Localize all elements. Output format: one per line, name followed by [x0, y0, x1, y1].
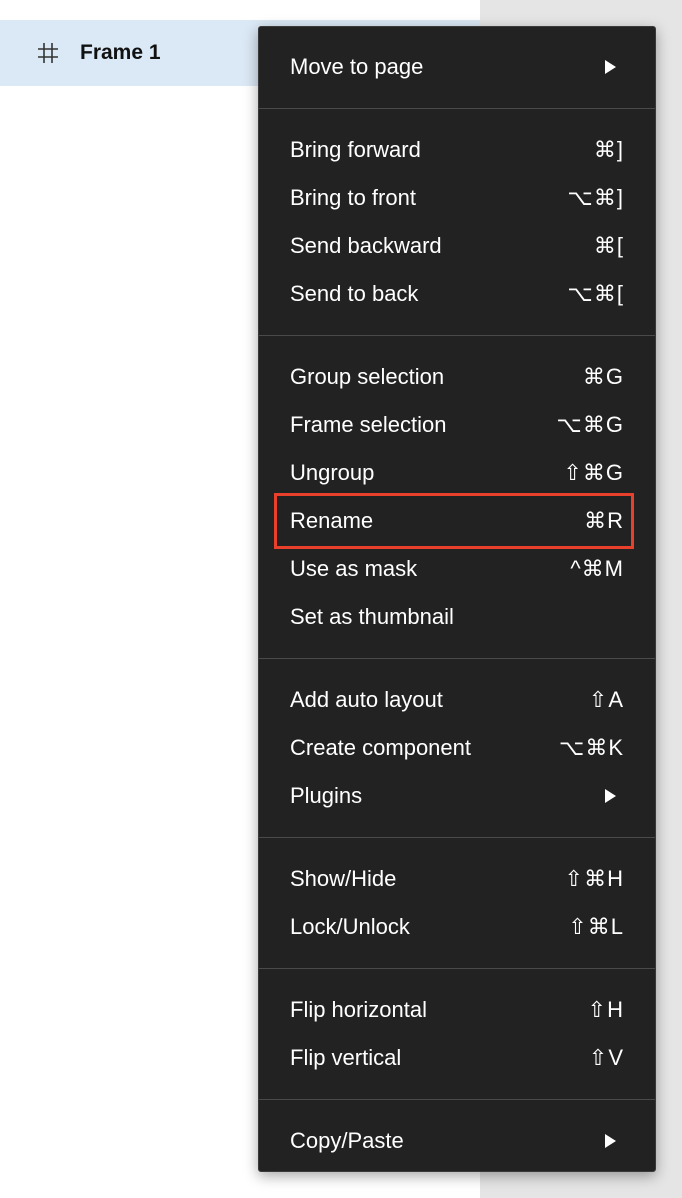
menu-item-plugins[interactable]: Plugins — [259, 772, 655, 820]
menu-item-shortcut: ⌘G — [582, 364, 624, 389]
menu-item-show-hide[interactable]: Show/Hide ⇧⌘H — [259, 855, 655, 903]
menu-item-shortcut: ⌥⌘K — [558, 735, 624, 760]
menu-item-shortcut: ⌥⌘[ — [567, 281, 624, 306]
menu-item-shortcut: ⇧H — [587, 997, 624, 1022]
menu-item-label: Frame selection — [290, 412, 447, 437]
menu-item-label: Add auto layout — [290, 687, 443, 712]
menu-item-ungroup[interactable]: Ungroup ⇧⌘G — [259, 449, 655, 497]
menu-item-label: Flip vertical — [290, 1045, 402, 1070]
menu-item-shortcut: ⇧⌘G — [563, 460, 624, 485]
menu-separator — [259, 968, 655, 969]
layer-name: Frame 1 — [80, 41, 161, 64]
menu-item-set-as-thumbnail[interactable]: Set as thumbnail — [259, 593, 655, 641]
menu-item-send-backward[interactable]: Send backward ⌘[ — [259, 222, 655, 270]
submenu-arrow-icon — [605, 1134, 616, 1148]
menu-separator — [259, 108, 655, 109]
context-menu: Move to page Bring forward ⌘] Bring to fron… — [258, 26, 656, 1172]
menu-item-bring-to-front[interactable]: Bring to front ⌥⌘] — [259, 174, 655, 222]
menu-item-label: Move to page — [290, 54, 424, 79]
menu-item-label: Flip horizontal — [290, 997, 427, 1022]
menu-item-label: Send to back — [290, 281, 419, 306]
menu-item-use-as-mask[interactable]: Use as mask ^⌘M — [259, 545, 655, 593]
menu-item-move-to-page[interactable]: Move to page — [259, 43, 655, 91]
menu-item-label: Create component — [290, 735, 471, 760]
menu-item-label: Use as mask — [290, 556, 418, 581]
menu-separator — [259, 837, 655, 838]
menu-item-bring-forward[interactable]: Bring forward ⌘] — [259, 126, 655, 174]
menu-item-frame-selection[interactable]: Frame selection ⌥⌘G — [259, 401, 655, 449]
menu-item-shortcut: ⌘R — [584, 508, 624, 533]
menu-item-rename[interactable]: Rename ⌘R — [259, 497, 655, 545]
menu-item-label: Rename — [290, 508, 374, 533]
menu-item-label: Lock/Unlock — [290, 914, 410, 939]
menu-item-flip-vertical[interactable]: Flip vertical ⇧V — [259, 1034, 655, 1082]
menu-item-label: Set as thumbnail — [290, 604, 454, 629]
menu-item-label: Ungroup — [290, 460, 375, 485]
menu-item-label: Send backward — [290, 233, 442, 258]
menu-item-create-component[interactable]: Create component ⌥⌘K — [259, 724, 655, 772]
submenu-arrow-icon — [605, 60, 616, 74]
menu-item-label: Group selection — [290, 364, 445, 389]
menu-item-shortcut: ⇧A — [588, 687, 624, 712]
menu-item-copy-paste[interactable]: Copy/Paste — [259, 1117, 655, 1165]
menu-item-label: Bring to front — [290, 185, 416, 210]
menu-item-label: Copy/Paste — [290, 1128, 404, 1153]
submenu-arrow-icon — [605, 789, 616, 803]
menu-item-shortcut: ⇧V — [588, 1045, 624, 1070]
menu-item-group-selection[interactable]: Group selection ⌘G — [259, 353, 655, 401]
menu-item-label: Plugins — [290, 783, 363, 808]
menu-separator — [259, 658, 655, 659]
hash-frame-icon — [38, 43, 58, 63]
menu-item-shortcut: ⌘[ — [593, 233, 624, 258]
menu-item-flip-horizontal[interactable]: Flip horizontal ⇧H — [259, 986, 655, 1034]
menu-item-shortcut: ⌘] — [593, 137, 624, 162]
menu-item-shortcut: ⌥⌘G — [556, 412, 624, 437]
menu-item-label: Show/Hide — [290, 866, 397, 891]
menu-item-lock-unlock[interactable]: Lock/Unlock ⇧⌘L — [259, 903, 655, 951]
menu-item-add-auto-layout[interactable]: Add auto layout ⇧A — [259, 676, 655, 724]
menu-item-shortcut: ⇧⌘H — [564, 866, 624, 891]
menu-item-shortcut: ^⌘M — [570, 556, 624, 581]
menu-item-label: Bring forward — [290, 137, 421, 162]
menu-item-shortcut: ⌥⌘] — [567, 185, 624, 210]
menu-separator — [259, 335, 655, 336]
menu-item-send-to-back[interactable]: Send to back ⌥⌘[ — [259, 270, 655, 318]
menu-separator — [259, 1099, 655, 1100]
menu-item-shortcut: ⇧⌘L — [568, 914, 624, 939]
